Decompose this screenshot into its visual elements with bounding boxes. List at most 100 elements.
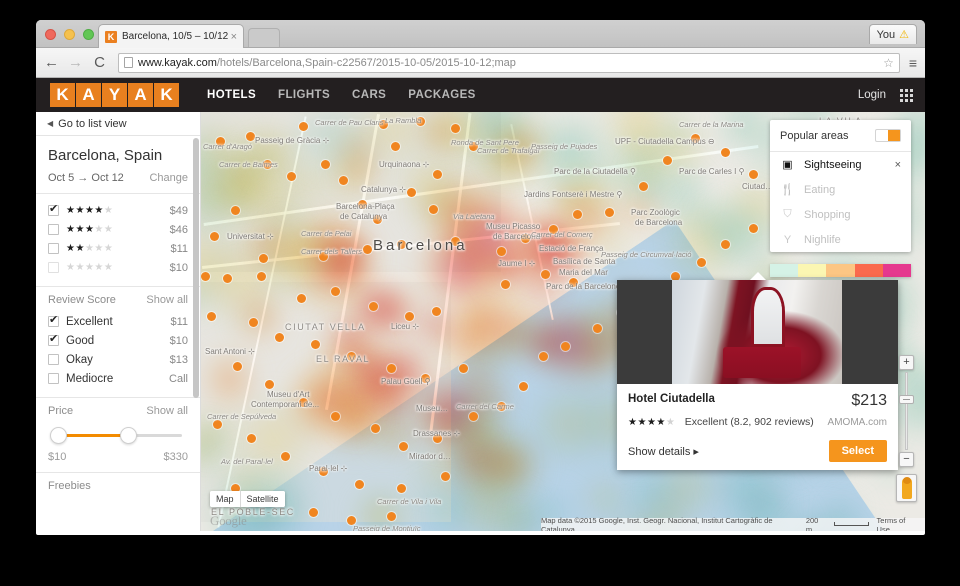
hotel-marker[interactable] [331,287,340,296]
change-dates-link[interactable]: Change [149,172,188,184]
hotel-marker[interactable] [405,312,414,321]
star-filter-row[interactable]: ★★★★★ $10 [48,258,188,277]
hotel-marker[interactable] [497,247,506,256]
browser-tab[interactable]: K Barcelona, 10/5 – 10/12 × [98,24,244,48]
popular-area-row-eating[interactable]: 🍴 Eating [770,177,911,202]
forward-icon[interactable]: → [68,54,83,71]
hotel-marker[interactable] [387,364,396,373]
popular-areas-toggle[interactable] [875,129,901,142]
zoom-out-button[interactable]: − [899,452,914,467]
star-filter-checkbox[interactable] [48,203,59,216]
star-filter-row[interactable]: ★★★★★ $11 [48,239,188,258]
hotel-marker[interactable] [223,274,232,283]
review-filter-row[interactable]: Okay $13 [48,350,188,369]
hotel-marker[interactable] [281,452,290,461]
hotel-marker[interactable] [309,508,318,517]
hotel-marker[interactable] [207,312,216,321]
hotel-marker[interactable] [331,412,340,421]
hotel-marker[interactable] [246,132,255,141]
hotel-marker[interactable] [321,160,330,169]
nav-item-packages[interactable]: PACKAGES [408,89,476,101]
hotel-info-card[interactable]: Hotel Ciutadella $213 ★★★★★ Excellent (8… [617,272,898,470]
hotel-marker[interactable] [259,254,268,263]
hotel-marker[interactable] [247,434,256,443]
hotel-marker[interactable] [371,424,380,433]
hotel-marker[interactable] [432,307,441,316]
popular-area-row-sightseeing[interactable]: ▣ Sightseeing × [770,152,911,177]
star-filter-checkbox[interactable] [48,224,59,235]
review-filter-checkbox[interactable] [48,373,59,384]
hotel-marker[interactable] [355,480,364,489]
hotel-marker[interactable] [561,342,570,351]
back-icon[interactable]: ← [44,54,59,71]
map-type-map-button[interactable]: Map [210,491,240,507]
profile-you-button[interactable]: You ⚠ [868,24,917,44]
reload-icon[interactable]: C [92,54,107,71]
hotel-marker[interactable] [541,270,550,279]
price-range-slider[interactable] [50,423,186,449]
zoom-slider-handle[interactable] [899,395,914,404]
close-tab-icon[interactable]: × [231,31,237,43]
map-canvas[interactable]: Passeig de Gràcia ⊹ Urquinaona ⊹ Catalunya… [201,112,925,531]
star-filter-checkbox[interactable] [48,243,59,254]
hotel-marker[interactable] [257,272,266,281]
hotel-marker[interactable] [663,156,672,165]
hotel-marker[interactable] [451,124,460,133]
hotel-marker[interactable] [749,170,758,179]
hotel-marker[interactable] [501,280,510,289]
review-show-all-link[interactable]: Show all [146,294,188,306]
hotel-marker[interactable] [231,206,240,215]
star-filter-row[interactable]: ★★★★★ $49 [48,201,188,220]
hotel-marker[interactable] [387,512,396,521]
review-filter-row[interactable]: Good $10 [48,331,188,350]
hotel-marker[interactable] [721,240,730,249]
hotel-marker[interactable] [265,380,274,389]
review-filter-row[interactable]: Excellent $11 [48,312,188,331]
zoom-in-button[interactable]: + [899,355,914,370]
address-bar[interactable]: www.kayak.com/hotels/Barcelona,Spain-c22… [118,52,900,73]
star-filter-row[interactable]: ★★★★★ $46 [48,220,188,239]
review-filter-row[interactable]: Mediocre Call [48,369,188,388]
hotel-marker[interactable] [275,333,284,342]
go-to-list-view-link[interactable]: ◀ Go to list view [36,112,200,136]
hotel-marker[interactable] [287,172,296,181]
hotel-marker[interactable] [721,148,730,157]
close-window-button[interactable] [45,29,56,40]
nav-item-hotels[interactable]: HOTELS [207,89,256,101]
hotel-marker[interactable] [441,472,450,481]
zoom-slider-rail[interactable] [899,372,914,450]
hotel-marker[interactable] [459,364,468,373]
select-button[interactable]: Select [828,440,887,462]
hotel-marker[interactable] [469,412,478,421]
review-filter-checkbox[interactable] [48,333,59,346]
hotel-marker[interactable] [429,205,438,214]
hotel-marker[interactable] [210,232,219,241]
apps-grid-icon[interactable] [900,88,913,102]
browser-menu-icon[interactable]: ≡ [909,55,917,71]
kayak-logo[interactable]: KAYAK [50,83,179,107]
hotel-marker[interactable] [363,245,372,254]
hotel-marker[interactable] [593,324,602,333]
hotel-marker[interactable] [399,442,408,451]
price-show-all-link[interactable]: Show all [146,405,188,417]
hotel-marker[interactable] [397,484,406,493]
close-icon[interactable]: × [895,159,901,171]
hotel-marker[interactable] [339,176,348,185]
star-filter-checkbox[interactable] [48,262,59,273]
slider-min-handle[interactable] [50,427,67,444]
hotel-marker[interactable] [201,272,210,281]
new-tab-button[interactable] [248,28,280,47]
hotel-marker[interactable] [311,340,320,349]
hotel-marker[interactable] [639,182,648,191]
bookmark-star-icon[interactable]: ☆ [883,56,894,70]
hotel-marker[interactable] [249,318,258,327]
terms-of-use-link[interactable]: Terms of Use [877,516,919,532]
login-link[interactable]: Login [858,89,886,101]
hotel-marker[interactable] [519,382,528,391]
hotel-marker[interactable] [391,142,400,151]
hotel-marker[interactable] [539,352,548,361]
hotel-marker[interactable] [299,122,308,131]
show-details-link[interactable]: Show details ▸ [628,445,699,458]
hotel-marker[interactable] [213,420,222,429]
minimize-window-button[interactable] [64,29,75,40]
